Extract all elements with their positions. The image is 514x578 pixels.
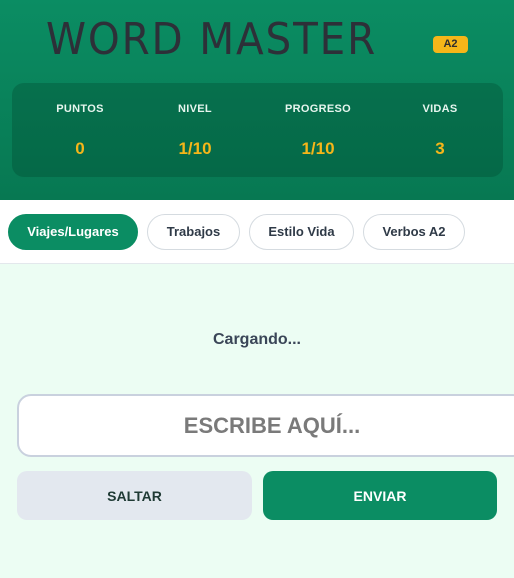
stats-panel: PUNTOS 0 NIVEL 1/10 PROGRESO 1/10 VIDAS …	[12, 83, 503, 177]
stat-value: 3	[435, 139, 445, 158]
stat-level: NIVEL 1/10	[134, 83, 256, 177]
game-header: WORD MASTER A2 PUNTOS 0 NIVEL 1/10 PROGR…	[0, 0, 514, 200]
tab-viajes-lugares[interactable]: Viajes/Lugares	[8, 214, 138, 250]
tab-trabajos[interactable]: Trabajos	[147, 214, 240, 250]
category-tabs: Viajes/Lugares Trabajos Estilo Vida Verb…	[0, 200, 514, 264]
level-badge: A2	[433, 36, 468, 53]
tab-estilo-vida[interactable]: Estilo Vida	[249, 214, 354, 250]
tab-verbos-a2[interactable]: Verbos A2	[363, 214, 465, 250]
stat-progress: PROGRESO 1/10	[257, 83, 379, 177]
stat-value: 1/10	[301, 139, 335, 158]
stat-lives: VIDAS 3	[379, 83, 501, 177]
answer-input[interactable]	[17, 394, 514, 457]
stat-value: 1/10	[178, 139, 212, 158]
stat-label: VIDAS	[422, 103, 458, 115]
stat-label: PUNTOS	[56, 103, 104, 115]
stat-points: PUNTOS 0	[19, 83, 141, 177]
loading-status: Cargando...	[212, 331, 301, 348]
send-button[interactable]: ENVIAR	[263, 471, 497, 520]
skip-button[interactable]: SALTAR	[17, 471, 252, 520]
stat-label: PROGRESO	[285, 103, 351, 115]
game-title: WORD MASTER	[46, 14, 378, 65]
stat-label: NIVEL	[178, 103, 212, 115]
stat-value: 0	[75, 139, 85, 158]
